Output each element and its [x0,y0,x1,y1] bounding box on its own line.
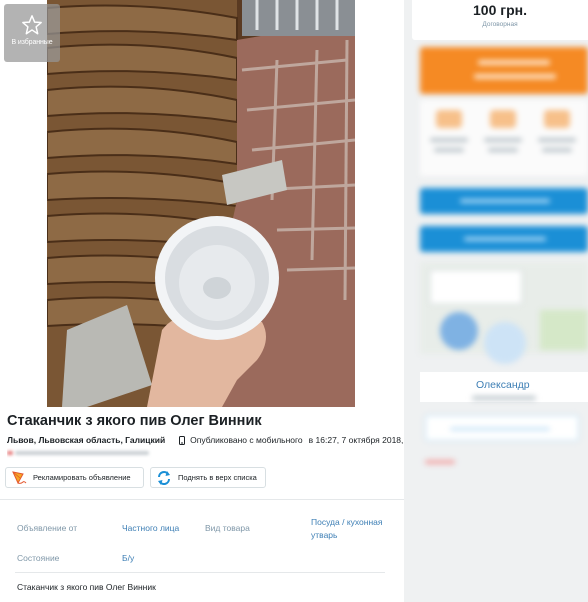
blurred-ad-number [7,448,152,458]
price-note: Договорная [482,21,518,28]
details-divider [15,572,385,573]
star-outline-icon [22,15,42,35]
section-divider [0,499,404,500]
seller-name[interactable]: Олександр [476,379,530,391]
posted-via-label: Опубликовано с мобильного [190,435,303,445]
ad-description: Стаканчик з якого пив Олег Винник [17,582,156,592]
seller-since [472,396,536,400]
blurred-button-text [450,427,550,431]
safety-features-panel [420,100,588,176]
detail-label-condition: Состояние [17,553,60,563]
mobile-phone-icon [179,435,186,445]
promote-ad-label: Рекламировать объявление [33,473,131,482]
ad-location[interactable]: Львов, Львовская область, Галицкий [7,435,165,445]
detail-value-item-type[interactable]: Посуда / кухонная утварь [311,516,389,542]
kite-icon [12,470,27,484]
raise-ad-label: Поднять в верх списка [178,473,257,482]
write-message-button[interactable] [420,226,588,252]
ad-title: Стаканчик з якого пив Олег Винник [7,413,262,429]
favorites-label: В избранные [11,39,53,46]
contact-seller-button[interactable] [420,47,588,94]
blurred-button-text [478,60,550,65]
refresh-arrows-icon [158,470,170,485]
promote-ad-button[interactable]: Рекламировать объявление [5,467,144,488]
add-to-favorites-button[interactable]: В избранные [4,4,60,62]
raise-ad-button[interactable]: Поднять в верх списка [150,467,266,488]
posted-date: в 16:27, 7 октября 2018, [308,435,404,445]
detail-value-condition[interactable]: Б/у [122,553,134,563]
price-amount: 100 грн. [473,2,527,18]
photo-gallery: В избранные [0,0,404,408]
ad-photo[interactable] [47,0,355,407]
ad-main-column: В избранные Стаканчик з якого пив Олег В… [0,0,404,602]
seller-avatar [440,312,478,350]
map-address-card [430,270,522,304]
blurred-button-text [474,74,556,79]
map-park-area [540,310,588,350]
seller-avatar-ring [484,322,526,364]
price-box: 100 грн. Договорная [412,0,588,40]
detail-value-seller-type[interactable]: Частного лица [122,523,179,533]
report-ad-link[interactable] [425,460,455,464]
show-phone-button[interactable] [420,188,588,214]
detail-label-item-type: Вид товара [205,523,250,533]
detail-label-seller-type: Объявление от [17,523,78,533]
ad-meta: Львов, Львовская область, Галицкий Опубл… [7,434,403,446]
